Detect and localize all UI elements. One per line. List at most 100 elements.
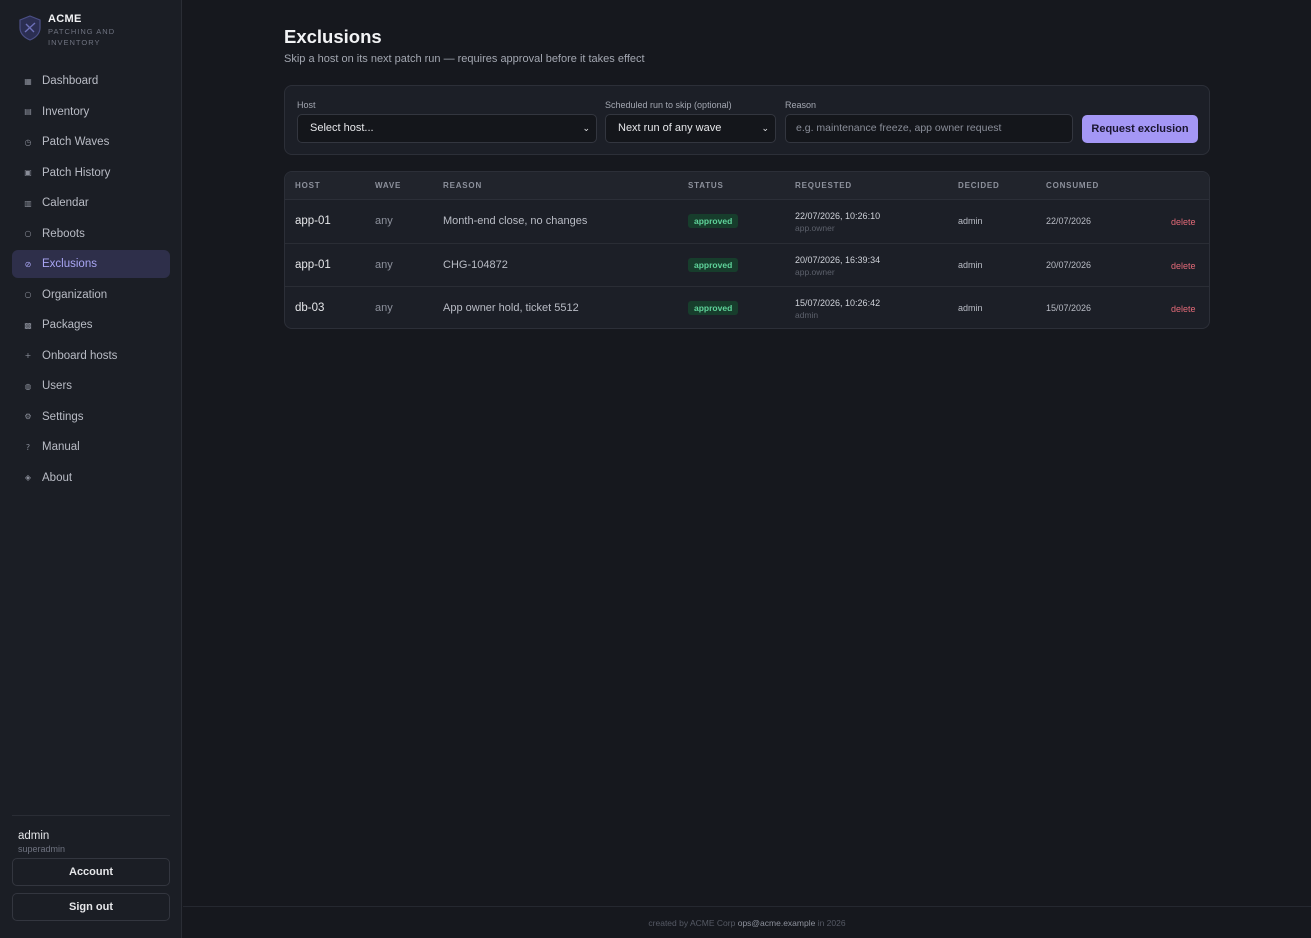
list-icon: ▤ (24, 107, 32, 116)
status-badge: approved (688, 257, 739, 272)
reason-input[interactable]: e.g. maintenance freeze, app owner reque… (785, 114, 1073, 143)
host-cell: app-01 (295, 258, 331, 271)
requested-by: app.owner (795, 266, 835, 277)
host-cell: db-03 (295, 302, 325, 314)
plus-icon: + (24, 351, 32, 360)
run-select[interactable]: Next run of any wave ⌄ (605, 114, 776, 143)
wave-cell: any (375, 215, 393, 227)
requested-cell: 20/07/2026, 16:39:34 app.owner (795, 254, 880, 278)
page-title: Exclusions (284, 26, 382, 47)
delete-link[interactable]: delete (1171, 304, 1196, 314)
package-icon: ▩ (24, 320, 32, 330)
sidebar-item-label: Exclusions (42, 258, 97, 270)
sidebar-item-settings[interactable]: ⚙ Settings (12, 403, 170, 431)
host-cell: app-01 (295, 215, 331, 227)
account-button[interactable]: Account (12, 858, 170, 886)
wave-cell: any (375, 302, 393, 314)
wave-cell: any (375, 258, 393, 271)
reason-cell: CHG-104872 (443, 258, 508, 271)
footer-prefix: created by ACME Corp (648, 918, 736, 928)
column-header-status[interactable]: STATUS (688, 181, 724, 190)
grid-icon: ▦ (24, 76, 32, 86)
column-header-requested[interactable]: REQUESTED (795, 181, 852, 190)
sidebar-item-patch-waves[interactable]: ◷ Patch Waves (12, 128, 170, 156)
decided-cell: admin (958, 216, 983, 226)
calendar-icon: ▥ (24, 198, 32, 208)
reason-cell: Month-end close, no changes (443, 215, 588, 227)
requested-by: admin (795, 310, 819, 320)
sidebar-item-calendar[interactable]: ▥ Calendar (12, 189, 170, 217)
column-header-wave[interactable]: WAVE (375, 181, 401, 190)
users-icon: ◍ (24, 381, 32, 391)
requested-timestamp: 22/07/2026, 10:26:10 (795, 211, 881, 221)
reason-cell: App owner hold, ticket 5512 (443, 302, 579, 314)
requested-timestamp: 20/07/2026, 16:39:34 (795, 254, 881, 265)
requested-timestamp: 15/07/2026, 10:26:42 (795, 298, 881, 308)
column-header-host[interactable]: HOST (295, 181, 320, 190)
user-role: superadmin (18, 844, 66, 854)
sidebar-item-patch-history[interactable]: ▣ Patch History (12, 159, 170, 187)
sidebar-item-manual[interactable]: ? Manual (12, 433, 170, 461)
sidebar-item-packages[interactable]: ▩ Packages (12, 311, 170, 339)
sidebar-item-label: Settings (42, 410, 84, 423)
exclusion-icon: ⊘ (24, 259, 32, 269)
gear-icon: ⚙ (24, 412, 32, 421)
sidebar-item-label: Organization (42, 288, 108, 301)
sidebar-item-inventory[interactable]: ▤ Inventory (12, 98, 170, 126)
sidebar-footer: admin superadmin Account Sign out (12, 815, 170, 921)
delete-link[interactable]: delete (1171, 261, 1196, 271)
host-label: Host (297, 100, 316, 110)
consumed-cell: 20/07/2026 (1046, 259, 1092, 270)
footer-suffix: in 2026 (817, 918, 846, 928)
shield-logo-icon (19, 15, 41, 41)
sidebar-item-onboard-hosts[interactable]: + Onboard hosts (12, 342, 170, 370)
page-footer: created by ACME Corp ops@acme.example in… (183, 906, 1311, 938)
sidebar-item-exclusions[interactable]: ⊘ Exclusions (12, 250, 170, 278)
column-header-decided[interactable]: DECIDED (958, 181, 1000, 190)
delete-link[interactable]: delete (1171, 217, 1196, 227)
status-badge: approved (688, 301, 739, 315)
decided-cell: admin (958, 303, 983, 313)
sidebar-item-label: Manual (42, 441, 80, 453)
sidebar-item-reboots[interactable]: ○ Reboots (12, 220, 170, 248)
reboot-icon: ○ (24, 229, 32, 238)
table-header: HOST WAVE REASON STATUS REQUESTED DECIDE… (285, 172, 1209, 200)
table-row: app-01 any CHG-104872 approved 20/07/2026, 1… (285, 244, 1209, 287)
user-name: admin (18, 830, 50, 842)
sidebar-item-label: Users (42, 380, 73, 392)
sidebar-item-label: Calendar (42, 197, 89, 209)
sidebar-item-label: Onboard hosts (42, 349, 118, 362)
chevron-down-icon: ⌄ (761, 123, 769, 133)
brand-name: ACME (48, 13, 82, 25)
request-exclusion-button[interactable]: Request exclusion (1082, 115, 1198, 143)
requested-cell: 15/07/2026, 10:26:42 admin (795, 297, 880, 321)
info-icon: ◈ (24, 473, 32, 482)
footer-email-link[interactable]: ops@acme.example (738, 918, 816, 928)
sidebar-item-label: Inventory (42, 105, 90, 118)
consumed-cell: 15/07/2026 (1046, 303, 1092, 313)
sidebar-item-label: About (42, 471, 73, 484)
column-header-consumed[interactable]: CONSUMED (1046, 181, 1099, 190)
sign-out-button[interactable]: Sign out (12, 893, 170, 921)
requested-by: app.owner (795, 223, 835, 233)
sidebar: ACME PATCHING AND INVENTORY ▦ Dashboard ▤ I… (0, 0, 182, 938)
requested-cell: 22/07/2026, 10:26:10 app.owner (795, 210, 880, 234)
sidebar-item-about[interactable]: ◈ About (12, 464, 170, 492)
sidebar-nav: ▦ Dashboard ▤ Inventory ◷ Patch Waves ▣ Patch H… (12, 67, 170, 494)
organization-icon: ○ (24, 290, 32, 299)
sidebar-item-label: Reboots (42, 227, 85, 240)
help-icon: ? (25, 442, 31, 452)
sidebar-item-label: Patch Waves (42, 136, 110, 148)
brand-subtitle: PATCHING AND INVENTORY (48, 27, 116, 47)
table-row: db-03 any App owner hold, ticket 5512 appro… (285, 287, 1209, 328)
sidebar-item-users[interactable]: ◍ Users (12, 372, 170, 400)
brand[interactable]: ACME PATCHING AND INVENTORY (18, 12, 128, 48)
run-select-value: Next run of any wave (618, 122, 722, 134)
sidebar-item-organization[interactable]: ○ Organization (12, 281, 170, 309)
page-subtitle: Skip a host on its next patch run — requ… (284, 53, 645, 65)
consumed-cell: 22/07/2026 (1046, 216, 1092, 226)
sidebar-item-dashboard[interactable]: ▦ Dashboard (12, 67, 170, 95)
host-select-value: Select host... (310, 122, 374, 134)
column-header-reason[interactable]: REASON (443, 181, 482, 190)
host-select[interactable]: Select host... ⌄ (297, 114, 597, 143)
